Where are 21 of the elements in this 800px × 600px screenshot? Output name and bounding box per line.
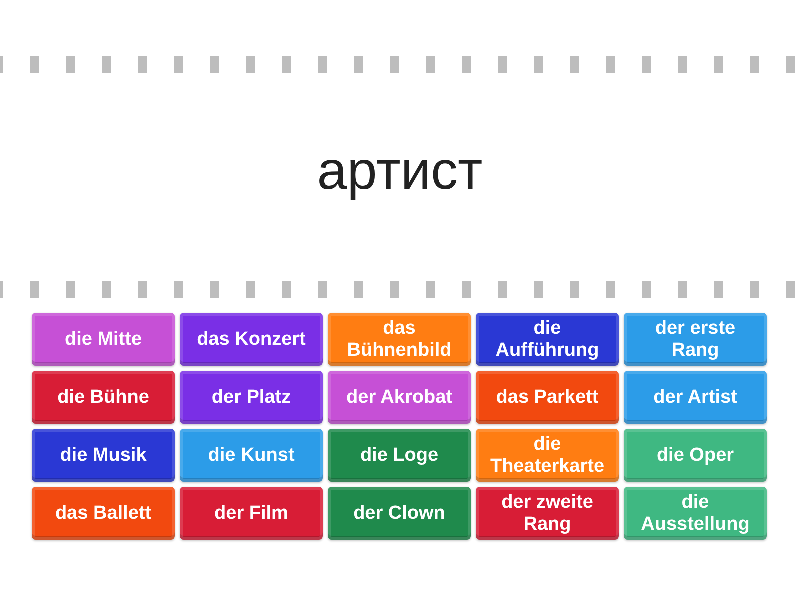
word-tile[interactable]: die Kunst (180, 429, 323, 482)
word-tile[interactable]: das Parkett (476, 371, 619, 424)
word-tile[interactable]: der Clown (328, 487, 471, 540)
word-tile[interactable]: der Film (180, 487, 323, 540)
word-tile[interactable]: der Platz (180, 371, 323, 424)
word-tile[interactable]: das Bühnenbild (328, 313, 471, 366)
word-tile[interactable]: der erste Rang (624, 313, 767, 366)
word-tile[interactable]: das Konzert (180, 313, 323, 366)
word-tile[interactable]: der zweite Rang (476, 487, 619, 540)
word-tile[interactable]: die Theaterkarte (476, 429, 619, 482)
word-tile[interactable]: die Mitte (32, 313, 175, 366)
word-tile[interactable]: die Oper (624, 429, 767, 482)
word-tile[interactable]: die Loge (328, 429, 471, 482)
word-tile[interactable]: die Musik (32, 429, 175, 482)
word-tile[interactable]: der Akrobat (328, 371, 471, 424)
word-tile[interactable]: der Artist (624, 371, 767, 424)
word-tile[interactable]: die Ausstellung (624, 487, 767, 540)
word-tile[interactable]: die Aufführung (476, 313, 619, 366)
word-tile[interactable]: das Ballett (32, 487, 175, 540)
word-tile[interactable]: die Bühne (32, 371, 175, 424)
prompt-word: артист (317, 140, 483, 203)
